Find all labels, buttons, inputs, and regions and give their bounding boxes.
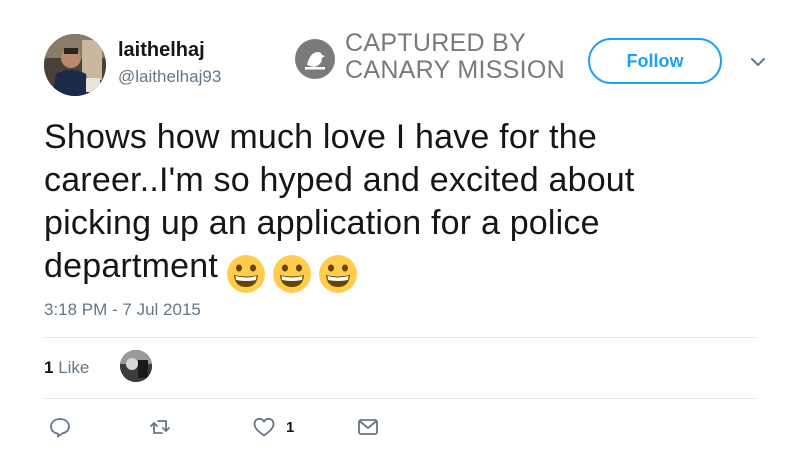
reply-button[interactable]	[48, 412, 72, 442]
like-action-count: 1	[286, 418, 295, 436]
divider	[44, 337, 756, 338]
emoji-row	[226, 251, 364, 294]
message-button[interactable]	[356, 412, 380, 442]
retweet-button[interactable]	[148, 412, 172, 442]
watermark-line-1: CAPTURED BY	[345, 29, 527, 57]
tweet-body: Shows how much love I have for the caree…	[44, 116, 744, 294]
liker-avatar-photo	[120, 350, 152, 382]
chevron-down-icon[interactable]	[748, 52, 768, 72]
heart-icon	[253, 417, 275, 437]
user-handle[interactable]: @laithelhaj93	[118, 66, 221, 88]
canary-logo-icon	[295, 39, 335, 79]
user-names: laithelhaj @laithelhaj93	[118, 38, 221, 88]
liker-avatar[interactable]	[120, 350, 152, 382]
tweet-actions: 1	[44, 412, 444, 448]
follow-button[interactable]: Follow	[588, 38, 722, 84]
divider	[44, 398, 756, 399]
likes-number: 1	[44, 358, 54, 377]
grinning-face-emoji-icon	[227, 255, 265, 294]
grinning-face-emoji-icon	[319, 255, 357, 294]
watermark-text: CAPTURED BY CANARY MISSION	[345, 30, 565, 84]
retweet-icon	[150, 420, 170, 434]
tweet-timestamp[interactable]: 3:18 PM - 7 Jul 2015	[44, 300, 201, 320]
envelope-icon	[358, 419, 378, 435]
display-name[interactable]: laithelhaj	[118, 38, 221, 62]
watermark-line-2: CANARY MISSION	[345, 56, 565, 84]
reply-icon	[50, 418, 70, 438]
likes-label: Like	[58, 358, 90, 377]
tweet-header: laithelhaj @laithelhaj93 CAPTURED BY CAN…	[0, 0, 800, 110]
avatar-photo	[44, 34, 106, 96]
grinning-face-emoji-icon	[273, 255, 311, 294]
avatar[interactable]	[44, 34, 106, 96]
like-button[interactable]: 1	[252, 412, 294, 442]
likes-count[interactable]: 1 Like	[44, 358, 89, 378]
